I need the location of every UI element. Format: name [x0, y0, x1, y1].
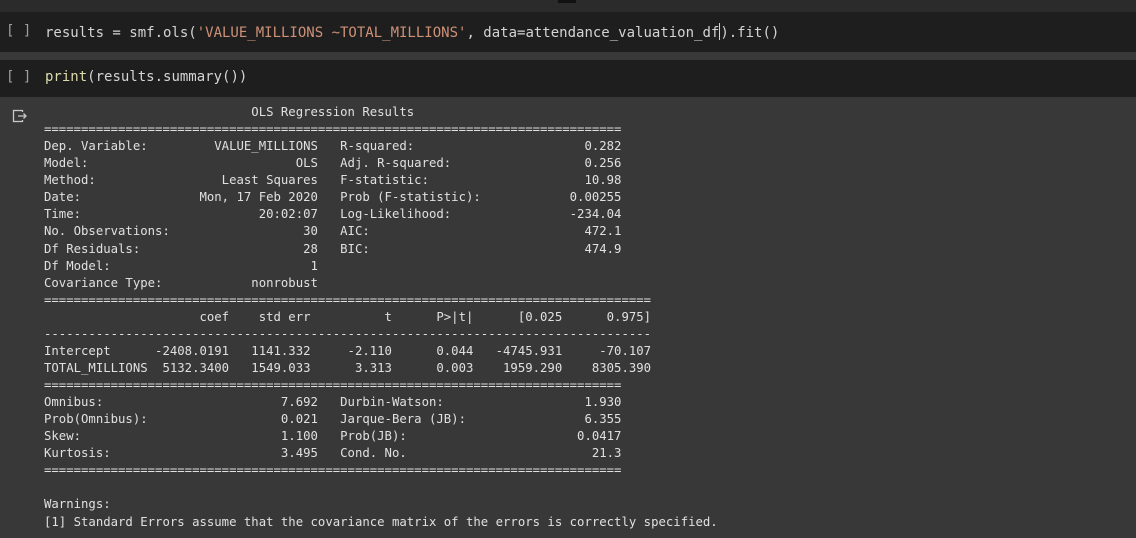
- code-string-token: 'VALUE_MILLIONS ~TOTAL_MILLIONS': [196, 25, 467, 41]
- code-function-token: print: [45, 69, 88, 85]
- output-line: coef std err t P>|t| [0.025 0.975]: [44, 309, 652, 324]
- output-line: Model: OLS Adj. R-squared: 0.256: [44, 156, 622, 171]
- code-token: (results.summary()): [87, 69, 248, 85]
- output-line: Covariance Type: nonrobust: [44, 275, 622, 290]
- output-redirect-icon[interactable]: [12, 108, 28, 124]
- window-top-strip: [0, 0, 1136, 12]
- code-cell-2[interactable]: [ ] print(results.summary()): [0, 60, 1136, 97]
- output-line: TOTAL_MILLIONS 5132.3400 1549.033 3.313 …: [44, 360, 652, 375]
- output-line: Omnibus: 7.692 Durbin-Watson: 1.930: [44, 395, 622, 410]
- output-line: Prob(Omnibus): 0.021 Jarque-Bera (JB): 6…: [44, 412, 622, 427]
- code-line-1[interactable]: results = smf.ols('VALUE_MILLIONS ~TOTAL…: [45, 23, 779, 41]
- output-line: No. Observations: 30 AIC: 472.1: [44, 224, 622, 239]
- output-line: Df Model: 1: [44, 258, 622, 273]
- run-cell-button-2[interactable]: [ ]: [6, 69, 31, 85]
- code-token: , data=attendance_valuation_df: [466, 25, 720, 41]
- code-cell-1[interactable]: [ ] results = smf.ols('VALUE_MILLIONS ~T…: [0, 12, 1136, 52]
- code-line-2[interactable]: print(results.summary()): [45, 69, 247, 85]
- output-line: Date: Mon, 17 Feb 2020 Prob (F-statistic…: [44, 190, 622, 205]
- output-line: ========================================…: [44, 122, 622, 137]
- run-cell-button-1[interactable]: [ ]: [6, 23, 31, 39]
- scroll-notch: [558, 0, 576, 3]
- code-token: ).fit(): [720, 25, 780, 41]
- output-line: ========================================…: [44, 463, 622, 478]
- output-line: OLS Regression Results: [44, 105, 622, 119]
- output-line: [1] Standard Errors assume that the cova…: [44, 514, 718, 529]
- output-line: Warnings:: [44, 497, 111, 512]
- output-line: ----------------------------------------…: [44, 326, 652, 341]
- output-line: Df Residuals: 28 BIC: 474.9: [44, 241, 622, 256]
- code-token: results = smf.ols(: [45, 25, 197, 41]
- output-line: Time: 20:02:07 Log-Likelihood: -234.04: [44, 207, 622, 222]
- output-line: Intercept -2408.0191 1141.332 -2.110 0.0…: [44, 343, 652, 358]
- output-line: ========================================…: [44, 292, 652, 307]
- regression-summary-output: OLS Regression Results =================…: [44, 104, 718, 531]
- output-line: Skew: 1.100 Prob(JB): 0.0417: [44, 429, 622, 444]
- output-line: ========================================…: [44, 378, 622, 392]
- output-line: Dep. Variable: VALUE_MILLIONS R-squared:…: [44, 139, 622, 154]
- output-line: Kurtosis: 3.495 Cond. No. 21.3: [44, 446, 622, 461]
- output-line: Method: Least Squares F-statistic: 10.98: [44, 173, 622, 188]
